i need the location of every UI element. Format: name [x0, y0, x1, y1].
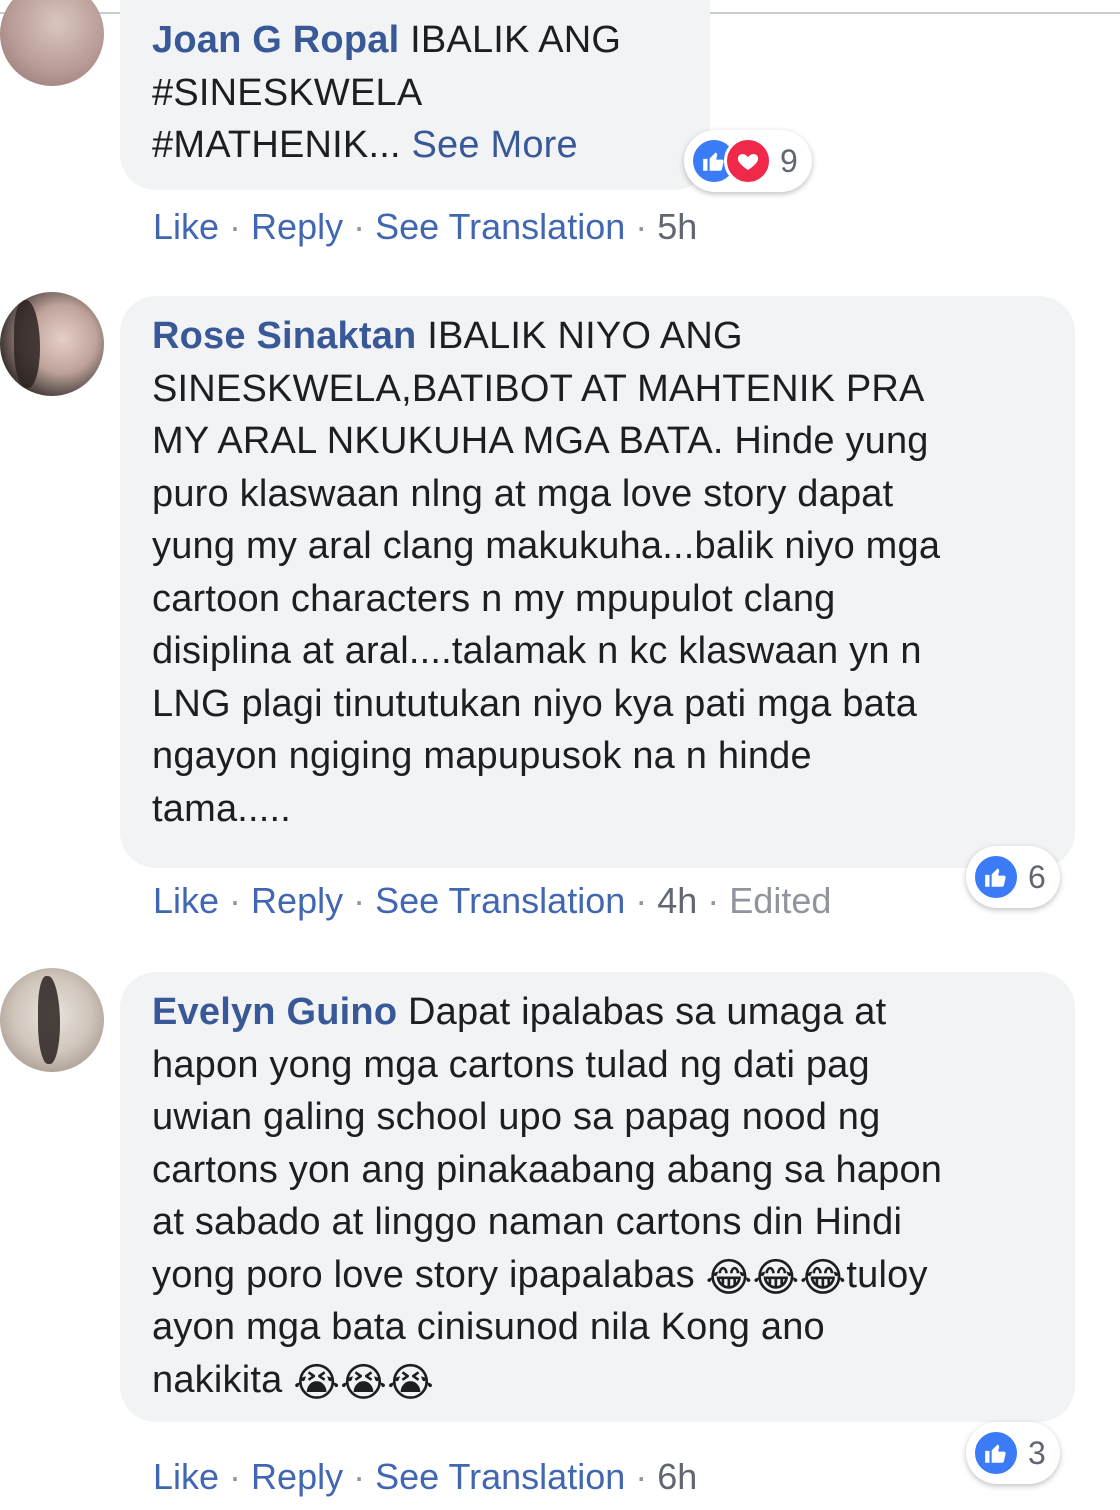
like-link[interactable]: Like	[153, 206, 219, 247]
see-more-link[interactable]: See More	[412, 124, 578, 166]
comment-actions: Like · Reply · See Translation · 5h	[153, 206, 698, 247]
laugh-emoji: 😂	[705, 1255, 753, 1300]
like-link[interactable]: Like	[153, 880, 219, 921]
comment-bubble: Joan G Ropal IBALIK ANG #SINESKWELA #MAT…	[120, 0, 710, 190]
see-translation-link[interactable]: See Translation	[375, 206, 625, 247]
crying-emoji: 😭	[340, 1360, 388, 1405]
see-translation-link[interactable]: See Translation	[375, 1456, 625, 1497]
like-icon	[972, 1429, 1020, 1477]
like-icon	[972, 853, 1020, 901]
laugh-emoji: 😂	[799, 1255, 847, 1300]
reaction-summary[interactable]: 6	[966, 846, 1060, 908]
reaction-count: 3	[1028, 1434, 1046, 1471]
timestamp[interactable]: 4h	[657, 880, 697, 921]
timestamp[interactable]: 6h	[657, 1456, 697, 1497]
comment-author[interactable]: Evelyn Guino	[152, 991, 397, 1033]
timestamp[interactable]: 5h	[657, 206, 697, 247]
comment-bubble: Evelyn Guino Dapat ipalabas sa umaga at …	[120, 972, 1075, 1422]
comment-actions: Like · Reply · See Translation · 6h	[153, 1456, 698, 1497]
comment-text: Rose Sinaktan IBALIK NIYO ANG SINESKWELA…	[152, 315, 941, 830]
reaction-summary[interactable]: 9	[684, 130, 812, 192]
avatar[interactable]	[0, 968, 104, 1072]
reaction-count: 9	[780, 142, 798, 179]
comment-text: Evelyn Guino Dapat ipalabas sa umaga at …	[152, 991, 943, 1405]
avatar[interactable]	[0, 0, 104, 86]
reply-link[interactable]: Reply	[251, 1456, 343, 1497]
crying-emoji: 😭	[293, 1360, 341, 1405]
comment-author[interactable]: Joan G Ropal	[152, 19, 399, 61]
laugh-emoji: 😂	[752, 1255, 800, 1300]
avatar[interactable]	[0, 292, 104, 396]
edited-label[interactable]: Edited	[729, 880, 831, 921]
comment-bubble: Rose Sinaktan IBALIK NIYO ANG SINESKWELA…	[120, 296, 1075, 868]
comment-author[interactable]: Rose Sinaktan	[152, 315, 416, 357]
like-link[interactable]: Like	[153, 1456, 219, 1497]
comment-text: Joan G Ropal IBALIK ANG #SINESKWELA #MAT…	[152, 19, 622, 166]
crying-emoji: 😭	[387, 1360, 435, 1405]
reply-link[interactable]: Reply	[251, 206, 343, 247]
reaction-count: 6	[1028, 858, 1046, 895]
love-icon	[724, 137, 772, 185]
see-translation-link[interactable]: See Translation	[375, 880, 625, 921]
comment-actions: Like · Reply · See Translation · 4h · Edited	[153, 880, 832, 921]
reaction-summary[interactable]: 3	[966, 1422, 1060, 1484]
reply-link[interactable]: Reply	[251, 880, 343, 921]
